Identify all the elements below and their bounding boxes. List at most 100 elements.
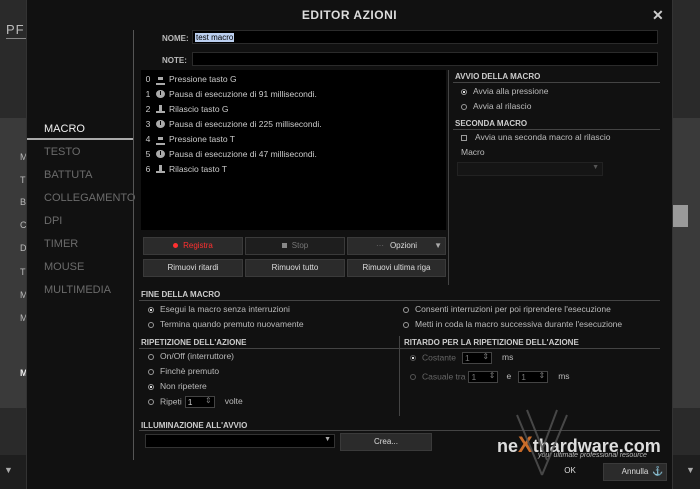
lighting-select[interactable]: ▼ bbox=[145, 434, 335, 448]
nav-item-dpi[interactable]: DPI bbox=[44, 215, 62, 227]
list-item[interactable]: 1 Pausa di esecuzione di 91 millisecondi… bbox=[141, 87, 441, 101]
list-item[interactable]: 4 Pressione tasto T bbox=[141, 132, 441, 146]
ms-label: ms bbox=[502, 352, 514, 363]
radio-label: Esegui la macro senza interruzioni bbox=[160, 304, 290, 314]
random-min-stepper[interactable]: 1 bbox=[468, 371, 499, 383]
nav-item-timer[interactable]: TIMER bbox=[44, 238, 78, 250]
section-divider bbox=[453, 129, 660, 130]
radio-icon bbox=[403, 307, 409, 313]
key-press-icon bbox=[156, 75, 165, 85]
section-divider bbox=[453, 82, 660, 83]
radio-label: Consenti interruzioni per poi riprendere… bbox=[415, 304, 611, 314]
pause-clock-icon bbox=[156, 90, 165, 98]
constant-delay-radio[interactable]: Costante 1 ms bbox=[410, 352, 513, 364]
constant-delay-stepper[interactable]: 1 bbox=[462, 352, 493, 364]
corsair-logo-icon: ⚓ bbox=[652, 466, 664, 476]
repeat-delay-title: RITARDO PER LA RIPETIZIONE DELL'AZIONE bbox=[404, 338, 579, 347]
remove-delays-button[interactable]: Rimuovi ritardi bbox=[143, 259, 243, 277]
row-text: Pausa di esecuzione di 91 millisecondi. bbox=[169, 89, 317, 99]
radio-label: Avvia al rilascio bbox=[473, 101, 532, 111]
radio-label: Casuale tra bbox=[422, 371, 466, 382]
background-arrow-down-icon: ▼ bbox=[4, 465, 13, 475]
ok-button[interactable]: OK bbox=[545, 463, 595, 481]
remove-all-button[interactable]: Rimuovi tutto bbox=[245, 259, 345, 277]
radio-label: Termina quando premuto nuovamente bbox=[160, 319, 304, 329]
nav-item-mouse[interactable]: MOUSE bbox=[44, 261, 84, 273]
nav-item-collegamento[interactable]: COLLEGAMENTO bbox=[44, 192, 136, 204]
start-macro-title: AVVIO DELLA MACRO bbox=[455, 72, 541, 81]
radio-icon bbox=[410, 374, 416, 381]
list-item[interactable]: 2 Rilascio tasto G bbox=[141, 102, 441, 116]
repeat-count-stepper[interactable]: 1 bbox=[184, 396, 215, 408]
second-macro-select[interactable]: ▼ bbox=[457, 162, 603, 176]
radio-icon bbox=[148, 399, 154, 406]
list-item[interactable]: 5 Pausa di esecuzione di 47 millisecondi… bbox=[141, 147, 441, 161]
close-icon[interactable]: ✕ bbox=[652, 7, 664, 24]
row-index: 3 bbox=[145, 119, 151, 129]
name-input[interactable]: test macro bbox=[192, 30, 658, 44]
radio-label: Non ripetere bbox=[160, 381, 207, 391]
chevron-down-icon: ▼ bbox=[434, 241, 442, 250]
stepper-value: 1 bbox=[465, 353, 470, 363]
radio-icon bbox=[461, 104, 467, 110]
repeat-while-pressed-radio[interactable]: Finchè premuto bbox=[148, 366, 219, 376]
background-title-underline bbox=[6, 38, 26, 39]
list-item[interactable]: 0 Pressione tasto G bbox=[141, 72, 441, 86]
nav-item-battuta[interactable]: BATTUTA bbox=[44, 169, 92, 181]
record-button[interactable]: Registra bbox=[143, 237, 243, 255]
list-item[interactable]: 6 Rilascio tasto T bbox=[141, 162, 441, 176]
start-on-press-radio[interactable]: Avvia alla pressione bbox=[461, 86, 548, 96]
stop-button[interactable]: Stop bbox=[245, 237, 345, 255]
second-macro-checkbox[interactable]: Avvia una seconda macro al rilascio bbox=[461, 132, 610, 142]
row-index: 1 bbox=[145, 89, 151, 99]
row-text: Pressione tasto T bbox=[169, 134, 235, 144]
create-lighting-button[interactable]: Crea... bbox=[340, 433, 432, 451]
key-release-icon bbox=[156, 105, 165, 113]
ms-label: ms bbox=[558, 371, 570, 382]
end-queue-next-radio[interactable]: Metti in coda la macro successiva durant… bbox=[403, 319, 622, 329]
start-on-release-radio[interactable]: Avvia al rilascio bbox=[461, 101, 531, 111]
repeat-n-times-radio[interactable]: Ripeti 1 volte bbox=[148, 396, 243, 408]
checkbox-label: Avvia una seconda macro al rilascio bbox=[475, 132, 611, 142]
options-label: Opzioni bbox=[389, 241, 418, 250]
end-allow-interrupt-radio[interactable]: Consenti interruzioni per poi riprendere… bbox=[403, 304, 611, 314]
checkbox-icon bbox=[461, 135, 467, 141]
notes-input[interactable] bbox=[192, 52, 658, 66]
and-label: e bbox=[506, 371, 512, 382]
repeat-toggle-radio[interactable]: On/Off (interruttore) bbox=[148, 351, 234, 361]
column-divider bbox=[448, 70, 449, 285]
end-no-interrupt-radio[interactable]: Esegui la macro senza interruzioni bbox=[148, 304, 290, 314]
section-divider bbox=[139, 300, 660, 301]
random-max-stepper[interactable]: 1 bbox=[518, 371, 549, 383]
notes-label: NOTE: bbox=[162, 56, 187, 65]
lighting-title: ILLUMINAZIONE ALL'AVVIO bbox=[141, 421, 248, 430]
random-delay-radio[interactable]: Casuale tra1e1ms bbox=[410, 371, 570, 383]
radio-selected-icon bbox=[410, 355, 416, 362]
row-index: 2 bbox=[145, 104, 151, 114]
options-button[interactable]: ⋯ Opzioni ▼ bbox=[347, 237, 446, 255]
radio-selected-icon bbox=[148, 384, 154, 390]
background-title: PF bbox=[6, 22, 25, 37]
action-list[interactable]: 0 Pressione tasto G 1 Pausa di esecuzion… bbox=[141, 70, 446, 230]
times-label: volte bbox=[224, 396, 243, 407]
radio-selected-icon bbox=[461, 89, 467, 95]
nav-item-macro[interactable]: MACRO bbox=[44, 123, 85, 135]
end-press-again-radio[interactable]: Termina quando premuto nuovamente bbox=[148, 319, 304, 329]
nav-item-testo[interactable]: TESTO bbox=[44, 146, 80, 158]
row-index: 6 bbox=[145, 164, 151, 174]
list-item[interactable]: 3 Pausa di esecuzione di 225 millisecond… bbox=[141, 117, 441, 131]
remove-last-row-button[interactable]: Rimuovi ultima riga bbox=[347, 259, 446, 277]
radio-selected-icon bbox=[148, 307, 154, 313]
nav-item-multimedia[interactable]: MULTIMEDIA bbox=[44, 284, 111, 296]
macro-label: Macro bbox=[461, 147, 485, 157]
radio-label: Avvia alla pressione bbox=[473, 86, 549, 96]
row-index: 4 bbox=[145, 134, 151, 144]
record-dot-icon bbox=[173, 243, 179, 249]
key-release-icon bbox=[156, 165, 165, 173]
no-repeat-radio[interactable]: Non ripetere bbox=[148, 381, 207, 391]
nav-separator bbox=[133, 30, 134, 460]
background-arrow-down-icon: ▼ bbox=[686, 465, 695, 475]
name-label: NOME: bbox=[162, 34, 189, 43]
radio-icon bbox=[403, 322, 409, 328]
stepper-value: 1 bbox=[471, 372, 477, 382]
